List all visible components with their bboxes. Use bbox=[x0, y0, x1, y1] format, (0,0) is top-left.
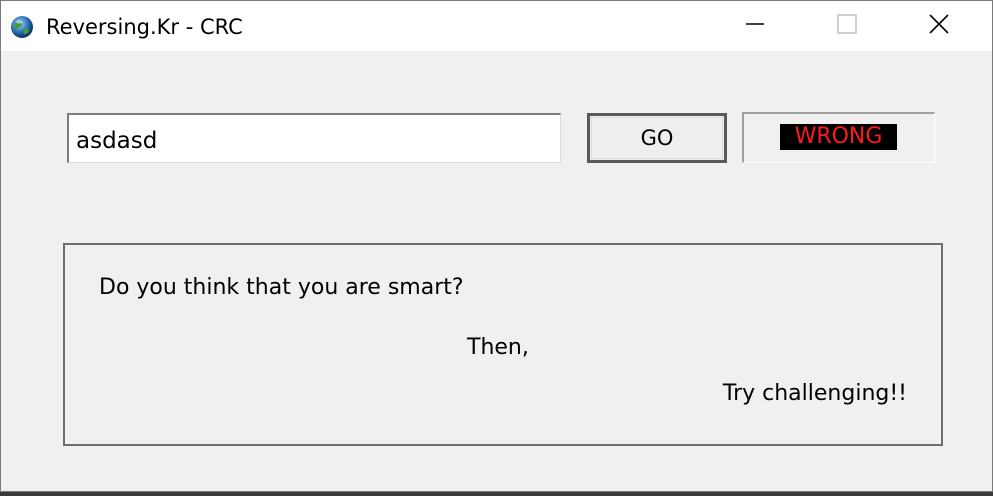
message-line-1: Do you think that you are smart? bbox=[99, 275, 464, 300]
window-title: Reversing.Kr - CRC bbox=[46, 15, 243, 39]
result-status: WRONG bbox=[780, 124, 897, 150]
close-button[interactable] bbox=[893, 1, 985, 51]
go-button[interactable]: GO bbox=[587, 113, 727, 163]
result-panel: WRONG bbox=[742, 112, 935, 163]
serial-input[interactable] bbox=[67, 113, 561, 163]
message-line-2: Then, bbox=[467, 335, 529, 360]
minimize-icon bbox=[744, 13, 766, 39]
maximize-icon bbox=[836, 13, 858, 39]
message-group-box: Do you think that you are smart? Then, T… bbox=[63, 243, 943, 446]
go-button-label: GO bbox=[640, 126, 674, 150]
title-bar[interactable]: Reversing.Kr - CRC bbox=[1, 1, 992, 51]
maximize-button[interactable] bbox=[801, 1, 893, 51]
minimize-button[interactable] bbox=[709, 1, 801, 51]
globe-icon bbox=[9, 14, 35, 40]
app-window: Reversing.Kr - CRC asdasd GO WRONG Do yo… bbox=[0, 0, 993, 492]
message-line-3: Try challenging!! bbox=[722, 381, 907, 406]
close-icon bbox=[928, 13, 950, 39]
